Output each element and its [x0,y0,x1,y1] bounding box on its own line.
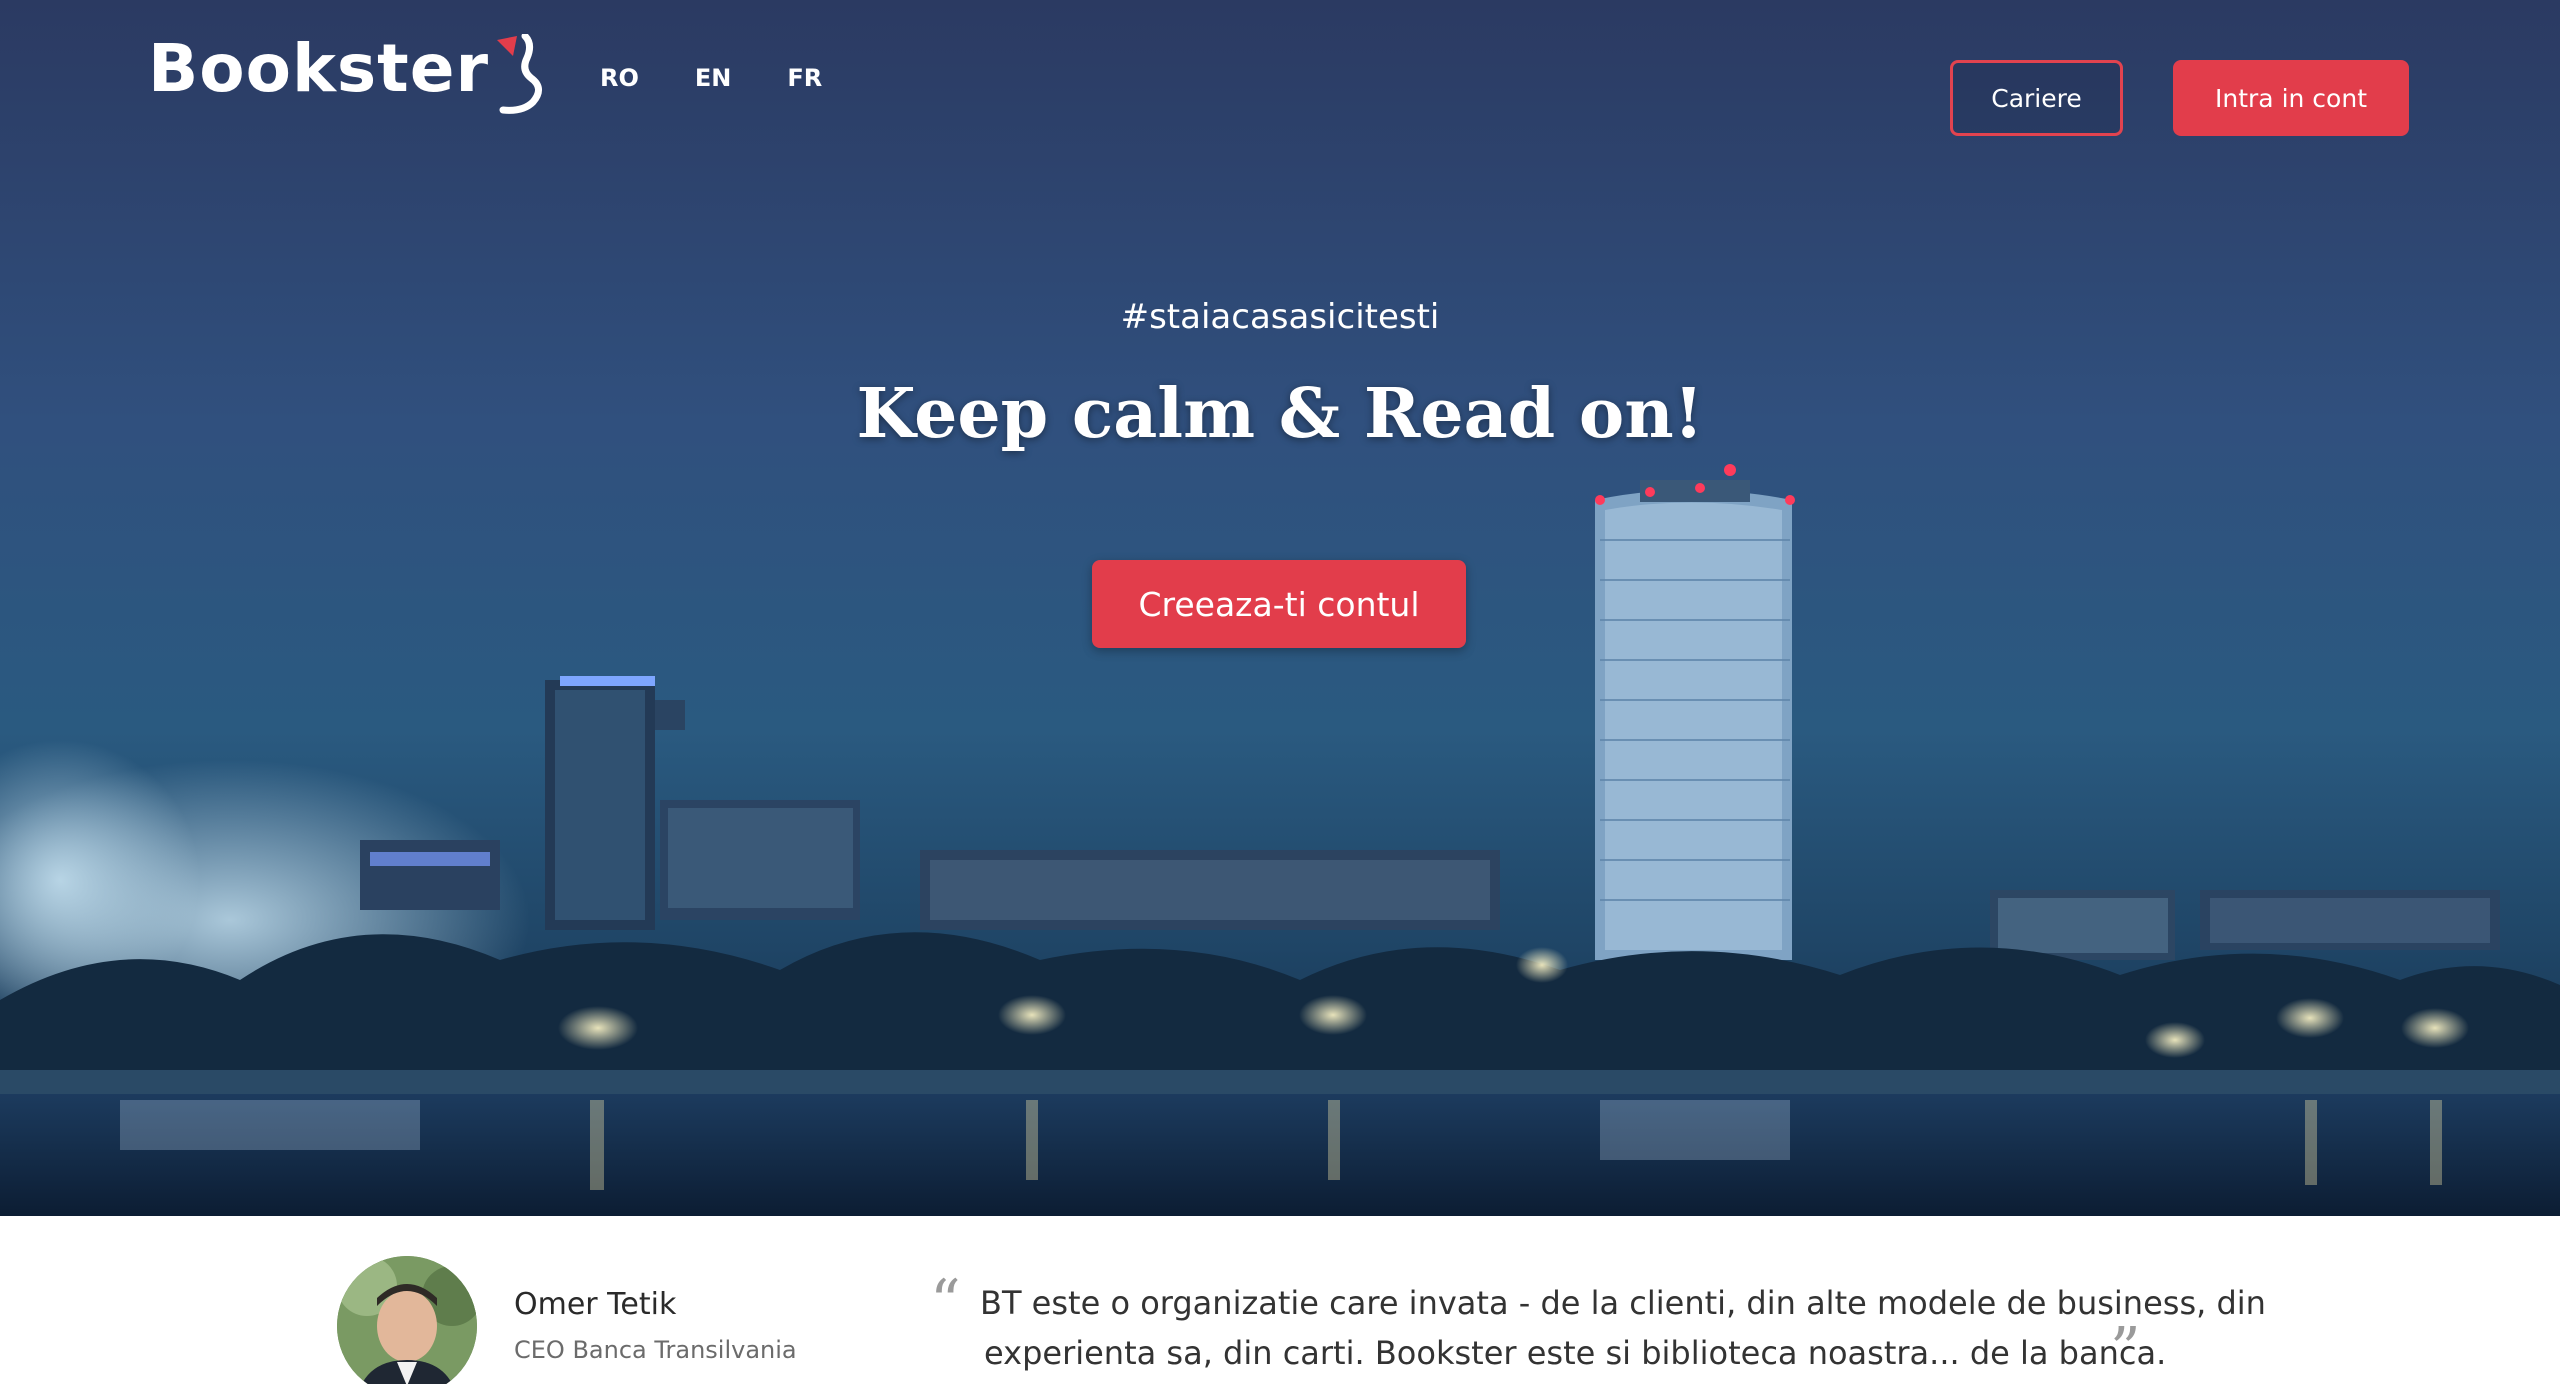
testimonial-quote: BT este o organizatie care invata - de l… [980,1278,2266,1378]
close-quote-icon: ” [2110,1315,2141,1384]
lang-ro-link[interactable]: RO [600,66,639,90]
logo-text: Bookster [148,30,490,107]
language-switcher: RO EN FR [600,66,822,90]
hero-headline: Keep calm & Read on! [856,374,1704,454]
lang-en-link[interactable]: EN [695,66,731,90]
avatar [337,1256,477,1384]
testimonial-section: Omer Tetik CEO Banca Transilvania “ BT e… [0,1216,2560,1384]
bookster-logo[interactable]: Bookster [148,30,557,118]
open-quote-icon: “ [930,1267,961,1337]
book-reader-icon [487,32,557,118]
careers-button[interactable]: Cariere [1950,60,2123,136]
author-name: Omer Tetik [514,1287,677,1322]
hero-section: Bookster RO EN FR Cariere Intra in cont … [0,0,2560,1216]
quote-line-1: BT este o organizatie care invata - de l… [980,1284,2266,1322]
hero-hashtag: #staiacasasicitesti [1120,297,1440,337]
lang-fr-link[interactable]: FR [787,66,822,90]
author-role: CEO Banca Transilvania [514,1336,797,1364]
quote-line-2: experienta sa, din carti. Bookster este … [984,1334,2167,1372]
create-account-button[interactable]: Creeaza-ti contul [1092,560,1466,648]
login-button[interactable]: Intra in cont [2173,60,2409,136]
